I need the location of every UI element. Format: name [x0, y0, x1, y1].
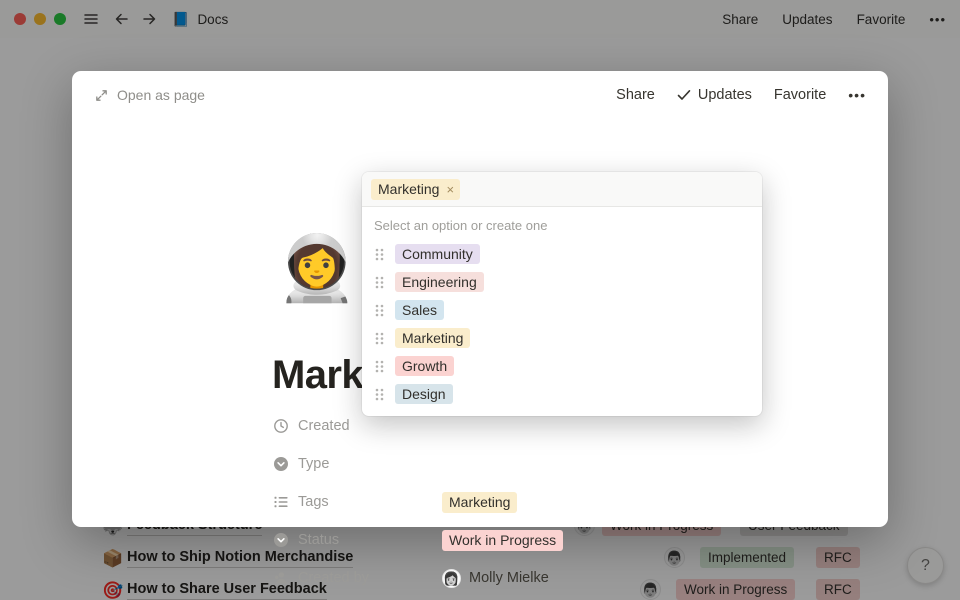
modal-favorite-button[interactable]: Favorite: [774, 87, 826, 103]
dropdown-hint: Select an option or create one: [362, 207, 762, 236]
tag-option-engineering[interactable]: Engineering: [362, 268, 762, 296]
tag-chip[interactable]: Marketing: [442, 492, 517, 513]
property-label: Status: [298, 532, 442, 548]
selected-tag-chip: Marketing ×: [371, 179, 460, 200]
tag-chip[interactable]: Marketing: [395, 328, 470, 348]
tag-option-community[interactable]: Community: [362, 240, 762, 268]
tags-value[interactable]: Marketing: [442, 492, 517, 513]
tag-option-marketing[interactable]: Marketing: [362, 324, 762, 352]
tag-chip[interactable]: Community: [395, 244, 480, 264]
tag-chip[interactable]: Engineering: [395, 272, 484, 292]
remove-tag-icon[interactable]: ×: [444, 182, 456, 197]
modal-more-button[interactable]: •••: [848, 87, 866, 103]
bulleted-list-icon: [272, 494, 289, 511]
created-by-value[interactable]: 👩 Molly Mielke: [442, 569, 549, 588]
tag-option-list: Community Engineering Sales Marketing Gr…: [362, 236, 762, 416]
tag-option-growth[interactable]: Growth: [362, 352, 762, 380]
avatar: 👩: [442, 569, 461, 588]
tag-chip[interactable]: Growth: [395, 356, 454, 376]
property-label: Created by: [298, 570, 442, 586]
tag-option-sales[interactable]: Sales: [362, 296, 762, 324]
property-row-created-by[interactable]: Created by 👩 Molly Mielke: [272, 559, 832, 597]
property-label: Type: [298, 456, 442, 472]
drag-handle-icon[interactable]: [374, 303, 385, 318]
check-icon: [677, 89, 691, 101]
screen: 📘 Docs Share Updates Favorite ••• 🐺 Feed…: [0, 0, 960, 600]
clock-icon: [272, 418, 289, 435]
expand-icon: [94, 88, 109, 103]
tag-select-dropdown: Marketing × Select an option or create o…: [362, 172, 762, 416]
property-label: Tags: [298, 494, 442, 510]
tag-option-design[interactable]: Design: [362, 380, 762, 408]
page-icon[interactable]: 👩‍🚀: [277, 228, 357, 308]
property-row-type[interactable]: Type: [272, 445, 832, 483]
property-row-status[interactable]: Status Work in Progress: [272, 521, 832, 559]
status-chip[interactable]: Work in Progress: [442, 530, 563, 551]
tag-chip[interactable]: Sales: [395, 300, 444, 320]
property-row-tags[interactable]: Tags Marketing: [272, 483, 832, 521]
created-by-name: Molly Mielke: [469, 570, 549, 586]
tag-search-input[interactable]: Marketing ×: [362, 172, 762, 207]
drag-handle-icon[interactable]: [374, 387, 385, 402]
drag-handle-icon[interactable]: [374, 331, 385, 346]
drag-handle-icon[interactable]: [374, 275, 385, 290]
property-list: Created Type Tags Marketing: [272, 407, 832, 597]
tag-chip[interactable]: Design: [395, 384, 453, 404]
select-circle-icon: [272, 456, 289, 473]
property-label: Created: [298, 418, 442, 434]
status-value[interactable]: Work in Progress: [442, 530, 563, 551]
open-as-page-label: Open as page: [117, 87, 205, 103]
drag-handle-icon[interactable]: [374, 359, 385, 374]
drag-handle-icon[interactable]: [374, 247, 385, 262]
selected-tag-label: Marketing: [378, 181, 439, 197]
modal-share-button[interactable]: Share: [616, 87, 655, 103]
person-icon: [272, 570, 289, 587]
modal-updates-button[interactable]: Updates: [677, 87, 752, 103]
select-circle-icon: [272, 532, 289, 549]
modal-header: Open as page Share Updates Favorite •••: [72, 71, 888, 119]
open-as-page-button[interactable]: Open as page: [94, 87, 205, 103]
